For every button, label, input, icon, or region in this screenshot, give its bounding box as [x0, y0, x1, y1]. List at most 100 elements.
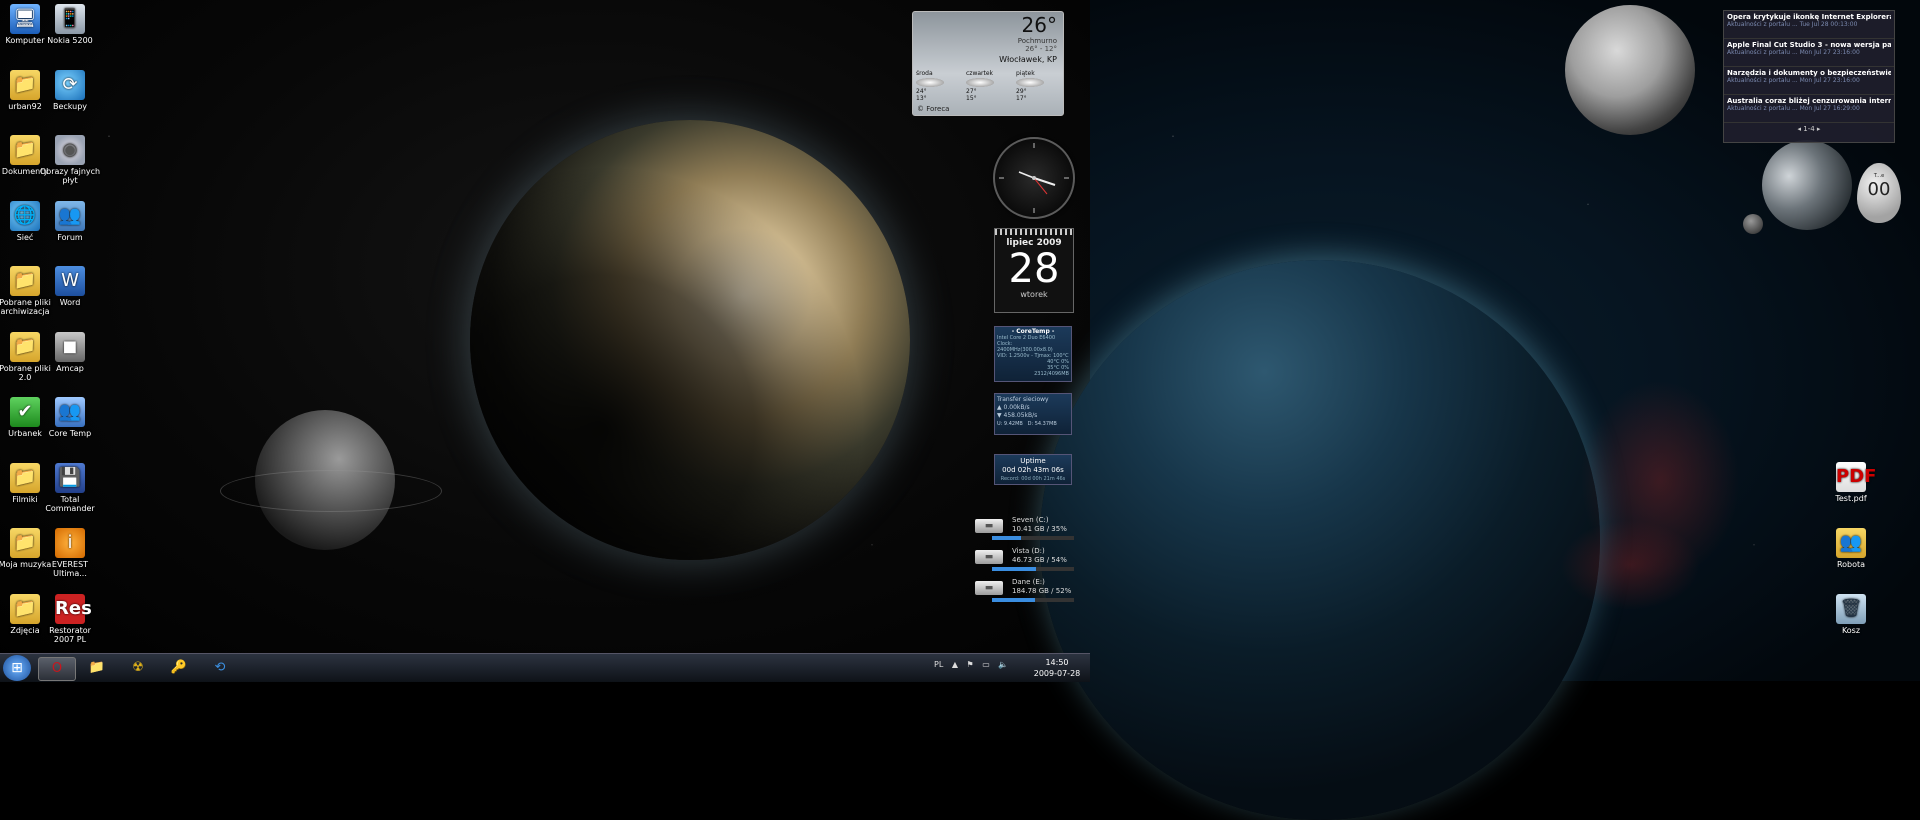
show-hidden-icons-icon[interactable]: ▲	[952, 660, 958, 669]
drive-c-gadget[interactable]: ▬ Seven (C:) 10.41 GB / 35%	[972, 516, 1077, 542]
forecast-day: czwartek 27° 15°	[966, 70, 1014, 103]
weather-condition: Pochmurno	[1017, 37, 1057, 45]
desktop-icon-label: EVEREST Ultima...	[51, 560, 89, 578]
desktop-icon[interactable]: ⟳ Beckupy	[39, 69, 101, 111]
shield-icon: ✔	[10, 397, 40, 427]
desktop-icon[interactable]: ◼ Amcap	[39, 331, 101, 373]
desktop-icon-label: Word	[59, 298, 81, 307]
uptime-gadget[interactable]: Uptime 00d 02h 43m 06s Record: 00d 00h 2…	[994, 454, 1072, 485]
analog-clock-gadget[interactable]	[993, 137, 1075, 219]
network-transfer-gadget[interactable]: Transfer sieciowy ▲ 0.00kB/s ▼ 458.05kB/…	[994, 393, 1072, 435]
planet-ring	[220, 470, 442, 512]
news-item[interactable]: Opera krytykuje ikonkę Internet Explorer…	[1724, 11, 1894, 39]
news-title: Narzędzia i dokumenty o bezpieczeństwie …	[1727, 69, 1891, 77]
info-icon: i	[55, 528, 85, 558]
explorer-taskbar-button[interactable]: 📁	[79, 657, 115, 679]
desktop-icon[interactable]: 👥 Core Temp	[39, 397, 101, 438]
drive-info: 10.41 GB / 35%	[1012, 525, 1067, 533]
volume-icon[interactable]: 🔈	[998, 660, 1008, 669]
documents-folder-icon: 📁	[10, 135, 40, 165]
action-center-flag-icon[interactable]: ⚑	[967, 660, 974, 669]
desktop-icon[interactable]: 📱 Nokia 5200	[39, 4, 101, 45]
network-icon: 🌐	[10, 200, 40, 231]
windows-start-icon[interactable]: ⊞	[3, 655, 31, 681]
desktop-icon-label: Filmiki	[12, 494, 38, 504]
calendar-weekday: wtorek	[1020, 290, 1048, 299]
network-icon[interactable]: ▭	[982, 660, 990, 669]
opera-taskbar-button[interactable]: O	[38, 657, 76, 681]
desktop-icon[interactable]: 🗑 Kosz	[1820, 594, 1882, 635]
weather-city: Włocławek, KP	[999, 55, 1057, 64]
floppy-icon: 💾	[55, 462, 85, 493]
upload-speed-value: 0.00kB/s	[1003, 404, 1030, 411]
cpu-clock: Clock: 2400MHz(300.00x8.0)	[997, 341, 1053, 353]
drive-name: Vista (D:)	[1012, 547, 1045, 555]
app-taskbar-button[interactable]: ☢	[120, 657, 156, 679]
desktop-icon-label: Nokia 5200	[47, 36, 93, 45]
forecast-high: 29°	[1016, 88, 1027, 95]
desktop-icon-label: Robota	[1836, 560, 1866, 569]
video-folder-icon: 📁	[10, 462, 40, 493]
calendar-gadget[interactable]: lipiec 2009 28 wtorek	[994, 228, 1074, 313]
desktop-icon[interactable]: W Word	[39, 266, 101, 307]
moon-image	[1565, 5, 1695, 135]
news-pager[interactable]: ◂ 1-4 ▸	[1724, 123, 1894, 133]
backup-icon: ⟳	[55, 69, 85, 100]
temperature-range: 26° - 12°	[1025, 45, 1057, 53]
weather-gadget[interactable]: 26° Pochmurno 26° - 12° Włocławek, KP śr…	[912, 11, 1064, 116]
uptime-value: 00d 02h 43m 06s	[1002, 466, 1064, 474]
news-feed-gadget[interactable]: Opera krytykuje ikonkę Internet Explorer…	[1723, 10, 1895, 143]
desktop-icon[interactable]: ◉ Obrazy fajnych płyt	[39, 135, 101, 185]
music-folder-icon: 📁	[10, 528, 40, 558]
tiny-moon-image	[1743, 214, 1763, 234]
cloud-icon	[916, 78, 944, 87]
forecast-high: 24°	[916, 88, 927, 95]
desktop-icon-label: urban92	[8, 101, 42, 111]
drive-info: 184.78 GB / 52%	[1012, 587, 1072, 595]
network-title: Transfer sieciowy	[997, 396, 1049, 403]
earth-shadow	[470, 120, 910, 560]
desktop-icon[interactable]: 💾 Total Commander	[39, 462, 101, 513]
red-nebula	[1560, 520, 1700, 610]
news-item[interactable]: Apple Final Cut Studio 3 - nowa wersja p…	[1724, 39, 1894, 67]
drive-d-gadget[interactable]: ▬ Vista (D:) 46.73 GB / 54%	[972, 547, 1077, 573]
drive-e-gadget[interactable]: ▬ Dane (E:) 184.78 GB / 52%	[972, 578, 1077, 604]
news-meta: Aktualności z portalu ... Mon Jul 27 23:…	[1727, 49, 1860, 56]
language-indicator[interactable]: PL	[934, 660, 943, 669]
tray-date: 2009-07-28	[1033, 669, 1081, 678]
desktop-icon-label: Core Temp	[48, 429, 92, 438]
news-item[interactable]: Australia coraz bliżej cenzurowania inte…	[1724, 95, 1894, 123]
uptime-title: Uptime	[1020, 457, 1046, 465]
tray-time: 14:50	[1045, 658, 1069, 667]
desktop-icon[interactable]: Res Restorator 2007 PL	[39, 593, 101, 644]
drive-usage-fill	[992, 567, 1037, 571]
desktop-icon[interactable]: i EVEREST Ultima...	[39, 528, 101, 578]
news-meta: Aktualności z portalu ... Mon Jul 27 23:…	[1727, 77, 1860, 84]
phone-icon: 📱	[55, 4, 85, 34]
users-folder-icon: 👥	[1836, 528, 1866, 558]
desktop-icon[interactable]: 👥 Forum	[39, 200, 101, 242]
desktop-icon-label: Zdjęcia	[10, 625, 40, 635]
pdf-icon: PDF	[1836, 462, 1876, 492]
upload-speed: ▲ 0.00kB/s	[997, 404, 1069, 412]
camera-icon: ◼	[55, 331, 85, 362]
browser-taskbar-button[interactable]: ⟲	[202, 657, 238, 679]
news-item[interactable]: Narzędzia i dokumenty o bezpieczeństwie …	[1724, 67, 1894, 95]
coretemp-gadget[interactable]: - CoreTemp - Intel Core 2 Duo E6400 Cloc…	[994, 326, 1072, 382]
desktop-icon-label: Obrazy fajnych płyt	[39, 167, 101, 185]
desktop-icon[interactable]: PDF Test.pdf	[1820, 462, 1882, 503]
keys-taskbar-button[interactable]: 🔑	[161, 657, 197, 679]
desktop-icon[interactable]: 👥 Robota	[1820, 528, 1882, 569]
small-moon-image	[1762, 140, 1852, 230]
users-icon: 👥	[55, 397, 85, 427]
system-tray: PL ▲ ⚑ ▭ 🔈	[934, 660, 1014, 669]
news-title: Opera krytykuje ikonkę Internet Explorer…	[1727, 13, 1891, 21]
desktop-icon-label: Test.pdf	[1835, 494, 1867, 503]
hard-drive-icon: ▬	[975, 519, 1003, 533]
news-meta: Aktualności z portalu ... Mon Jul 27 16:…	[1727, 105, 1860, 112]
calendar-rings	[995, 229, 1073, 235]
forecast-day: piątek 29° 17°	[1016, 70, 1063, 103]
word-icon: W	[55, 266, 85, 296]
cloud-icon	[966, 78, 994, 87]
clock-tray[interactable]: 14:50 2009-07-28	[1032, 657, 1082, 679]
